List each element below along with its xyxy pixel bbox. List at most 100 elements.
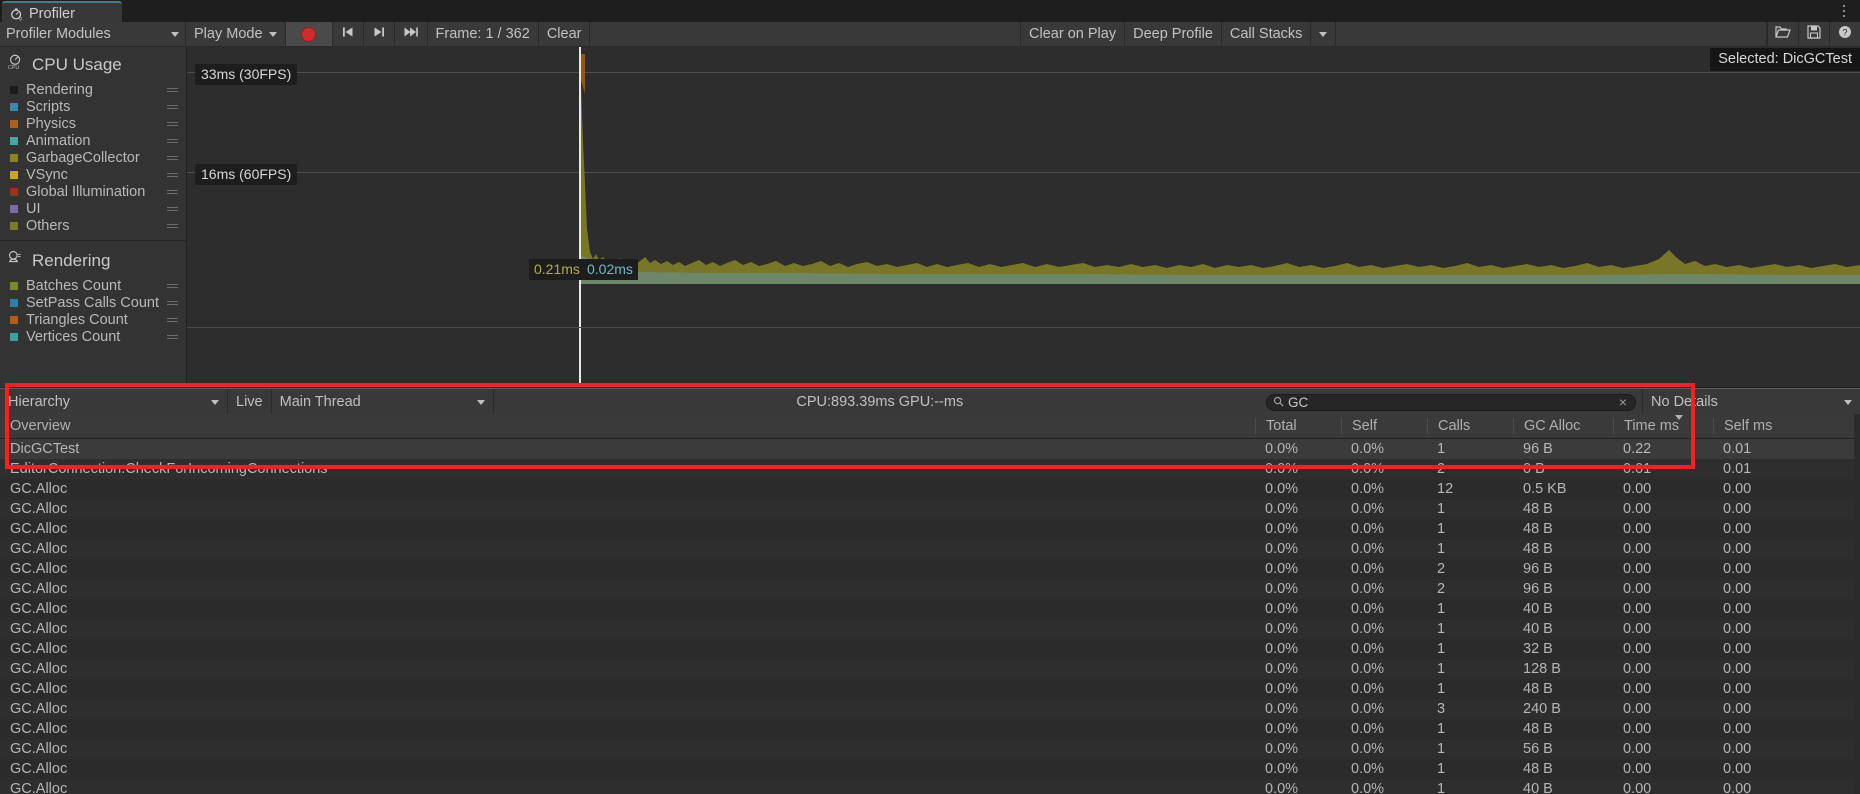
cell-total: 0.0%	[1265, 581, 1299, 597]
frame-marker-label: 0.21ms	[534, 261, 580, 277]
thread-dropdown[interactable]: Main Thread	[272, 389, 494, 415]
drag-handle-icon[interactable]	[167, 335, 178, 336]
details-view-dropdown[interactable]: No Details	[1642, 389, 1860, 415]
table-row[interactable]: GC.Alloc 0.0% 0.0% 2 96 B 0.00 0.00	[0, 579, 1860, 599]
last-frame-button[interactable]	[395, 22, 428, 46]
table-row[interactable]: GC.Alloc 0.0% 0.0% 1 48 B 0.00 0.00	[0, 539, 1860, 559]
chevron-down-icon	[1319, 31, 1328, 37]
module-item-vsync[interactable]: VSync	[0, 166, 186, 183]
call-stacks-dropdown[interactable]	[1311, 22, 1337, 46]
clear-on-play-toggle[interactable]: Clear on Play	[1021, 22, 1126, 46]
module-item-physics[interactable]: Physics	[0, 115, 186, 132]
cpu-usage-chart[interactable]: 33ms (30FPS) 16ms (60FPS) 0.21ms 0.02ms …	[187, 47, 1860, 387]
module-item-batches-count[interactable]: Batches Count	[0, 277, 186, 294]
tab-profiler[interactable]: Q Profiler	[2, 1, 122, 24]
column-header-gc-alloc[interactable]: GC Alloc	[1513, 418, 1613, 434]
table-row[interactable]: GC.Alloc 0.0% 0.0% 1 48 B 0.00 0.00	[0, 499, 1860, 519]
module-item-animation[interactable]: Animation	[0, 132, 186, 149]
drag-handle-icon[interactable]	[167, 318, 178, 319]
table-row[interactable]: DicGCTest 0.0% 0.0% 1 96 B 0.22 0.01	[0, 439, 1860, 459]
drag-handle-icon[interactable]	[167, 190, 178, 191]
hierarchy-view-dropdown[interactable]: Hierarchy	[0, 389, 228, 415]
first-frame-button[interactable]	[333, 22, 364, 46]
help-button[interactable]: ?	[1829, 22, 1860, 46]
table-row[interactable]: GC.Alloc 0.0% 0.0% 1 40 B 0.00 0.00	[0, 619, 1860, 639]
table-row[interactable]: GC.Alloc 0.0% 0.0% 1 56 B 0.00 0.00	[0, 739, 1860, 759]
drag-handle-icon[interactable]	[167, 207, 178, 208]
cell-time: 0.00	[1623, 661, 1652, 677]
module-item-label: Triangles Count	[26, 311, 128, 328]
clear-search-icon[interactable]: ×	[1617, 394, 1629, 410]
drag-handle-icon[interactable]	[167, 284, 178, 285]
window-tab-bar: Q Profiler	[0, 0, 1860, 24]
play-mode-dropdown[interactable]: Play Mode	[186, 22, 286, 46]
drag-handle-icon[interactable]	[167, 301, 178, 302]
column-header-time-ms-label: Time ms	[1624, 418, 1680, 434]
table-row[interactable]: GC.Alloc 0.0% 0.0% 1 128 B 0.00 0.00	[0, 659, 1860, 679]
cell-self: 0.0%	[1351, 521, 1385, 537]
table-row[interactable]: GC.Alloc 0.0% 0.0% 1 48 B 0.00 0.00	[0, 719, 1860, 739]
kebab-menu-icon[interactable]	[1836, 1, 1852, 21]
drag-handle-icon[interactable]	[167, 122, 178, 123]
table-body: DicGCTest 0.0% 0.0% 1 96 B 0.22 0.01 EditorConn…	[0, 439, 1860, 794]
column-header-time-ms[interactable]: Time ms	[1613, 415, 1713, 434]
column-header-calls[interactable]: Calls	[1427, 418, 1513, 434]
load-profile-button[interactable]	[1767, 22, 1798, 46]
deep-profile-toggle[interactable]: Deep Profile	[1125, 22, 1222, 46]
search-input[interactable]: GC ×	[1266, 393, 1636, 411]
table-row[interactable]: GC.Alloc 0.0% 0.0% 1 32 B 0.00 0.00	[0, 639, 1860, 659]
vertical-scrollbar[interactable]	[1854, 414, 1860, 794]
column-header-self-ms[interactable]: Self ms	[1713, 418, 1813, 434]
cell-selfms: 0.00	[1723, 721, 1752, 737]
module-item-global-illumination[interactable]: Global Illumination	[0, 183, 186, 200]
module-item-ui[interactable]: UI	[0, 200, 186, 217]
column-header-overview[interactable]: Overview	[0, 418, 1255, 434]
column-header-total[interactable]: Total	[1255, 418, 1341, 434]
cell-selfms: 0.00	[1723, 781, 1752, 794]
cell-gc: 32 B	[1523, 641, 1553, 657]
save-profile-button[interactable]	[1798, 22, 1829, 46]
module-item-scripts[interactable]: Scripts	[0, 98, 186, 115]
module-rendering[interactable]: Rendering Batches Count SetPass Calls Co…	[0, 243, 186, 345]
table-row[interactable]: GC.Alloc 0.0% 0.0% 1 48 B 0.00 0.00	[0, 519, 1860, 539]
clear-button[interactable]: Clear	[539, 22, 591, 46]
table-row[interactable]: EditorConnection.CheckForIncomingConnect…	[0, 459, 1860, 479]
cell-name: GC.Alloc	[10, 601, 68, 617]
profiler-modules-panel[interactable]: CPU CPU Usage Rendering Scripts Physics	[0, 47, 187, 387]
drag-handle-icon[interactable]	[167, 139, 178, 140]
drag-handle-icon[interactable]	[167, 105, 178, 106]
hierarchy-table[interactable]: Overview Total Self Calls GC Alloc Time …	[0, 414, 1860, 794]
module-item-triangles-count[interactable]: Triangles Count	[0, 311, 186, 328]
table-row[interactable]: GC.Alloc 0.0% 0.0% 1 48 B 0.00 0.00	[0, 759, 1860, 779]
cell-total: 0.0%	[1265, 601, 1299, 617]
table-row[interactable]: GC.Alloc 0.0% 0.0% 2 96 B 0.00 0.00	[0, 559, 1860, 579]
table-row[interactable]: GC.Alloc 0.0% 0.0% 3 240 B 0.00 0.00	[0, 699, 1860, 719]
table-row[interactable]: GC.Alloc 0.0% 0.0% 1 48 B 0.00 0.00	[0, 679, 1860, 699]
module-cpu-usage-header[interactable]: CPU CPU Usage	[0, 47, 186, 81]
help-icon: ?	[1838, 25, 1852, 43]
table-row[interactable]: GC.Alloc 0.0% 0.0% 12 0.5 KB 0.00 0.00	[0, 479, 1860, 499]
module-item-setpass-calls-count[interactable]: SetPass Calls Count	[0, 294, 186, 311]
drag-handle-icon[interactable]	[167, 88, 178, 89]
next-frame-button[interactable]	[364, 22, 395, 46]
cell-calls: 1	[1437, 441, 1446, 457]
module-item-others[interactable]: Others	[0, 217, 186, 234]
live-toggle[interactable]: Live	[228, 389, 272, 415]
cell-name: GC.Alloc	[10, 581, 68, 597]
drag-handle-icon[interactable]	[167, 173, 178, 174]
module-rendering-header[interactable]: Rendering	[0, 243, 186, 277]
drag-handle-icon[interactable]	[167, 156, 178, 157]
record-button[interactable]	[285, 22, 333, 46]
column-header-self[interactable]: Self	[1341, 418, 1427, 434]
module-item-rendering[interactable]: Rendering	[0, 81, 186, 98]
call-stacks-toggle[interactable]: Call Stacks	[1222, 22, 1312, 46]
table-row[interactable]: GC.Alloc 0.0% 0.0% 1 40 B 0.00 0.00	[0, 599, 1860, 619]
module-cpu-usage[interactable]: CPU CPU Usage Rendering Scripts Physics	[0, 47, 186, 234]
module-item-garbagecollector[interactable]: GarbageCollector	[0, 149, 186, 166]
cell-total: 0.0%	[1265, 621, 1299, 637]
module-item-vertices-count[interactable]: Vertices Count	[0, 328, 186, 345]
drag-handle-icon[interactable]	[167, 224, 178, 225]
profiler-modules-dropdown[interactable]: Profiler Modules	[0, 22, 186, 46]
table-row[interactable]: GC.Alloc 0.0% 0.0% 1 40 B 0.00 0.00	[0, 779, 1860, 794]
frame-playhead[interactable]	[579, 47, 581, 387]
